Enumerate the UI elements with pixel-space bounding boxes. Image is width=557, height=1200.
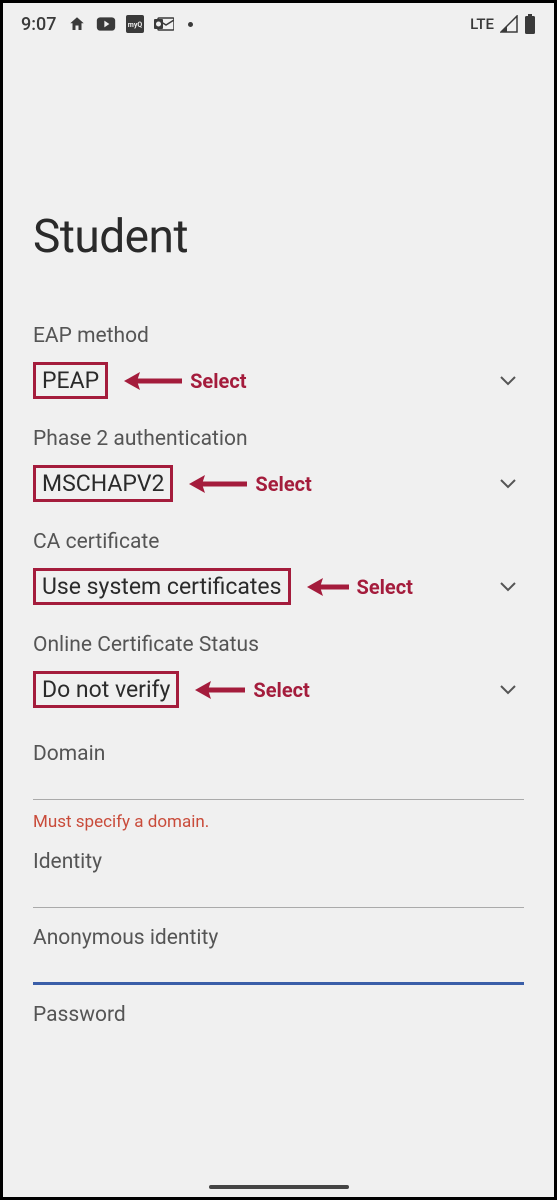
eap-label: EAP method <box>33 324 524 348</box>
svg-text:myQ: myQ <box>128 21 143 29</box>
ocs-annotation-text: Select <box>253 678 309 702</box>
ocs-label: Online Certificate Status <box>33 633 524 657</box>
chevron-down-icon <box>500 680 516 699</box>
phase2-label: Phase 2 authentication <box>33 427 524 451</box>
password-label: Password <box>33 1003 524 1027</box>
phase2-annotation-text: Select <box>255 472 311 496</box>
phase2-annotation-arrow: Select <box>187 472 311 496</box>
status-bar: 9:07 myQ LTE <box>3 3 554 45</box>
identity-label: Identity <box>33 850 524 874</box>
domain-label: Domain <box>33 742 524 766</box>
eap-value: PEAP <box>33 362 108 399</box>
ca-dropdown[interactable]: Use system certificates Select <box>33 564 524 609</box>
anon-input[interactable] <box>33 982 524 985</box>
identity-field: Identity <box>33 850 524 908</box>
anon-field: Anonymous identity <box>33 926 524 985</box>
status-time: 9:07 <box>21 14 56 35</box>
youtube-icon <box>96 15 116 33</box>
ca-value: Use system certificates <box>33 568 291 605</box>
myq-icon: myQ <box>126 15 144 33</box>
status-right: LTE <box>470 14 536 34</box>
ocs-field: Online Certificate Status Do not verify … <box>33 633 524 712</box>
ocs-annotation-arrow: Select <box>193 678 309 702</box>
home-icon <box>68 15 86 33</box>
identity-input[interactable] <box>33 906 524 908</box>
domain-field: Domain Must specify a domain. <box>33 742 524 832</box>
ca-annotation-arrow: Select <box>305 575 413 599</box>
eap-annotation-text: Select <box>190 369 246 393</box>
domain-error: Must specify a domain. <box>33 812 524 832</box>
signal-icon <box>500 15 518 33</box>
ca-field: CA certificate Use system certificates S… <box>33 530 524 609</box>
password-field: Password <box>33 1003 524 1027</box>
ocs-dropdown[interactable]: Do not verify Select <box>33 667 524 712</box>
chevron-down-icon <box>500 474 516 493</box>
page-title: Student <box>33 210 524 264</box>
ca-annotation-text: Select <box>357 575 413 599</box>
phase2-dropdown[interactable]: MSCHAPV2 Select <box>33 461 524 506</box>
phase2-field: Phase 2 authentication MSCHAPV2 Select <box>33 427 524 506</box>
more-notifications-dot <box>188 22 193 27</box>
chevron-down-icon <box>500 577 516 596</box>
anon-label: Anonymous identity <box>33 926 524 950</box>
domain-input[interactable] <box>33 798 524 800</box>
ocs-value: Do not verify <box>33 671 179 708</box>
eap-dropdown[interactable]: PEAP Select <box>33 358 524 403</box>
network-label: LTE <box>470 15 494 33</box>
battery-icon <box>524 14 536 34</box>
chevron-down-icon <box>500 371 516 390</box>
ca-label: CA certificate <box>33 530 524 554</box>
phase2-value: MSCHAPV2 <box>33 465 173 502</box>
home-indicator[interactable] <box>209 1185 349 1189</box>
outlook-icon <box>154 16 174 32</box>
eap-annotation-arrow: Select <box>122 369 246 393</box>
status-left: 9:07 myQ <box>21 14 193 35</box>
eap-method-field: EAP method PEAP Select <box>33 324 524 403</box>
